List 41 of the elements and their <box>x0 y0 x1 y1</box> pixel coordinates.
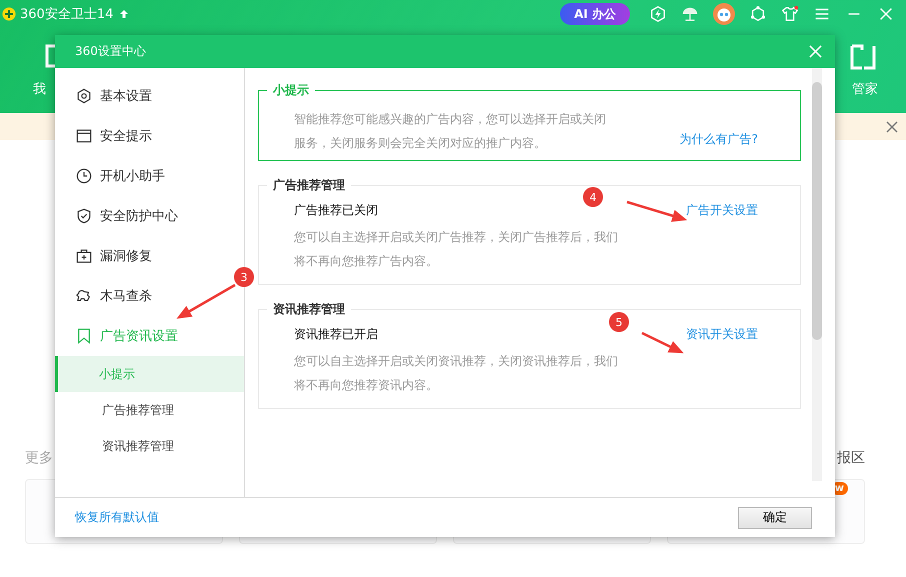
sidebar-item[interactable]: 基本设置 <box>55 76 244 116</box>
annotation-arrow <box>641 332 684 354</box>
first-aid-kit-icon <box>76 248 92 264</box>
upgrade-arrow-icon[interactable] <box>119 9 130 19</box>
scrollbar-thumb[interactable] <box>812 82 822 340</box>
sidebar-item[interactable]: 开机小助手 <box>55 156 244 196</box>
umbrella-icon[interactable] <box>681 5 699 23</box>
clock-icon <box>76 168 92 184</box>
sidebar-item[interactable]: 安全防护中心 <box>55 196 244 236</box>
section-label: 更多 <box>25 449 53 467</box>
shirt-icon[interactable] <box>781 5 799 23</box>
panel-title: 小提示 <box>272 82 310 99</box>
sidebar-subitem[interactable]: 资讯推荐管理 <box>55 428 244 464</box>
hexagon-nut-icon <box>76 88 92 104</box>
description-text: 您可以自主选择开启或关闭资讯推荐，关闭资讯推荐后，我们将不再向您推荐资讯内容。 <box>294 353 619 394</box>
shield-check-icon <box>76 208 92 224</box>
close-icon[interactable] <box>877 5 895 23</box>
bookmark-icon <box>76 328 92 344</box>
logo-icon <box>2 7 16 21</box>
annotation-arrow <box>176 284 236 319</box>
group-title: 广告推荐管理 <box>272 177 346 194</box>
section-label: 报区 <box>837 449 865 467</box>
window-icon <box>76 128 92 144</box>
ai-office-button[interactable]: AI 办公 <box>560 3 630 25</box>
ok-button[interactable]: 确定 <box>738 506 812 528</box>
close-icon[interactable] <box>886 120 898 132</box>
annotation-arrow <box>626 200 688 222</box>
sidebar-subitem[interactable]: 广告推荐管理 <box>55 392 244 428</box>
status-text: 广告推荐已关闭 <box>294 202 378 219</box>
hexagon-nodes-icon[interactable] <box>749 5 767 23</box>
lightning-hexagon-icon[interactable] <box>649 5 667 23</box>
sidebar-item[interactable]: 安全提示 <box>55 116 244 156</box>
status-text: 资讯推荐已开启 <box>294 326 378 343</box>
frame-corner-icon[interactable] <box>848 42 878 72</box>
description-text: 您可以自主选择开启或关闭广告推荐，关闭广告推荐后，我们将不再向您推荐广告内容。 <box>294 229 619 270</box>
horse-icon <box>76 288 92 304</box>
tip-text: 智能推荐您可能感兴趣的广告内容，您可以选择开启或关闭服务，关闭服务则会完全关闭对应的推广内容。 <box>294 111 607 152</box>
dialog-title: 360设置中心 <box>75 43 146 60</box>
group-title: 资讯推荐管理 <box>272 301 346 318</box>
avatar-icon[interactable] <box>713 3 735 25</box>
app-title: 360安全卫士14 <box>20 6 114 23</box>
